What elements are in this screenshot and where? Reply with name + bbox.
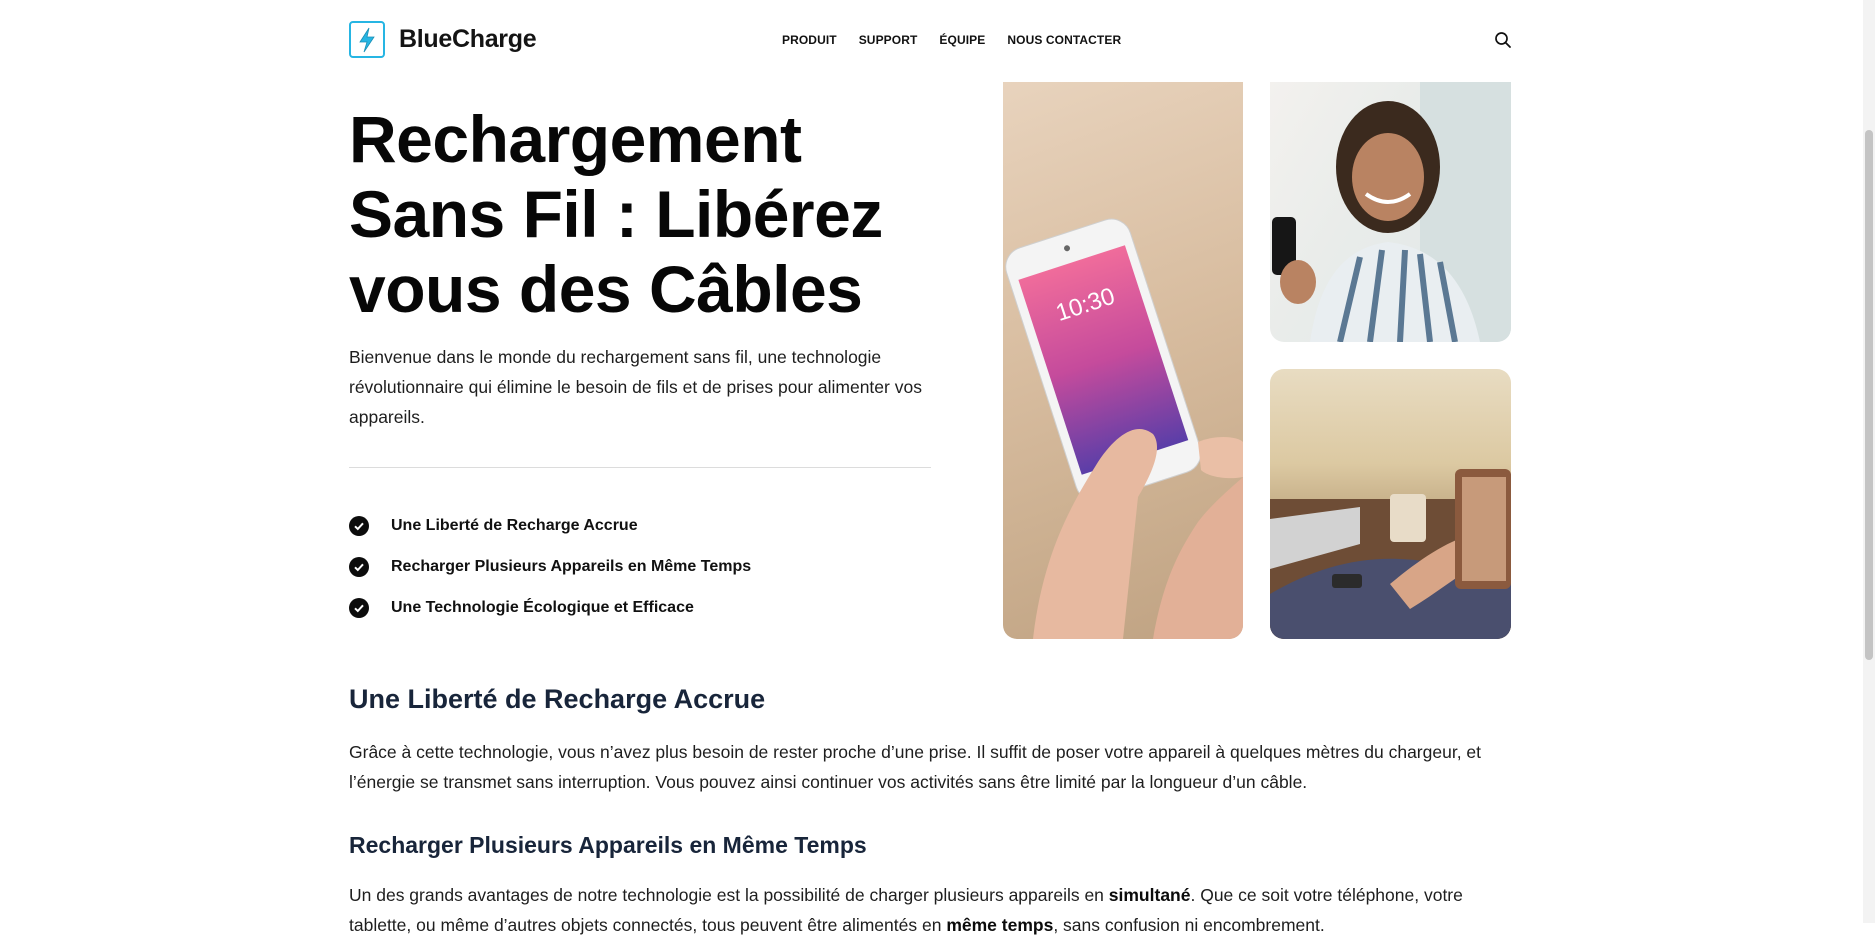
hero-intro: Bienvenue dans le monde du rechargement … — [349, 347, 922, 427]
feature-label: Une Liberté de Recharge Accrue — [391, 516, 638, 534]
text-segment: , sans confusion ni encombrement. — [1053, 915, 1325, 935]
hero-title: Rechargement Sans Fil : Libérez vous des… — [349, 102, 883, 326]
nav-item-contact[interactable]: NOUS CONTACTER — [1007, 33, 1121, 47]
nav-item-equipe[interactable]: ÉQUIPE — [939, 33, 985, 47]
brand-name: BlueCharge — [399, 25, 537, 53]
check-circle-icon — [349, 597, 369, 618]
scrollbar-thumb[interactable] — [1865, 130, 1873, 660]
nav-item-produit[interactable]: PRODUIT — [782, 33, 837, 47]
feature-label: Recharger Plusieurs Appareils en Même Te… — [391, 557, 752, 575]
brand-logo[interactable]: BlueCharge — [349, 21, 537, 58]
feature-item: Recharger Plusieurs Appareils en Même Te… — [349, 546, 751, 587]
search-icon[interactable] — [1494, 31, 1512, 49]
man-with-tablet-photo — [1270, 369, 1511, 639]
bolt-logo-icon — [349, 21, 385, 58]
nav-item-support[interactable]: SUPPORT — [859, 33, 918, 47]
hero-divider — [349, 467, 931, 468]
woman-with-phone-photo — [1270, 82, 1511, 342]
section-text-multi: Un des grands avantages de notre technol… — [349, 880, 1519, 940]
main-nav: PRODUIT SUPPORT ÉQUIPE NOUS CONTACTER — [782, 33, 1143, 47]
text-segment: Un des grands avantages de notre technol… — [349, 885, 1109, 905]
check-circle-icon — [349, 556, 369, 577]
section-text-freedom: Grâce à cette technologie, vous n’avez p… — [349, 742, 1482, 792]
section-title-multi: Recharger Plusieurs Appareils en Même Te… — [349, 832, 867, 858]
feature-list: Une Liberté de Recharge Accrue Recharger… — [349, 505, 751, 628]
feature-label: Une Technologie Écologique et Efficace — [391, 598, 694, 616]
emphasis-same-time: même temps — [946, 915, 1054, 935]
site-header: BlueCharge PRODUIT SUPPORT ÉQUIPE NOUS C… — [0, 0, 1863, 82]
check-circle-icon — [349, 515, 369, 536]
phone-in-hands-photo: 10:30 — [1003, 82, 1243, 639]
page-scrollbar[interactable] — [1863, 0, 1875, 923]
section-title-freedom: Une Liberté de Recharge Accrue — [349, 684, 766, 714]
feature-item: Une Liberté de Recharge Accrue — [349, 505, 751, 546]
emphasis-simultaneous: simultané — [1108, 885, 1191, 905]
feature-item: Une Technologie Écologique et Efficace — [349, 587, 751, 628]
